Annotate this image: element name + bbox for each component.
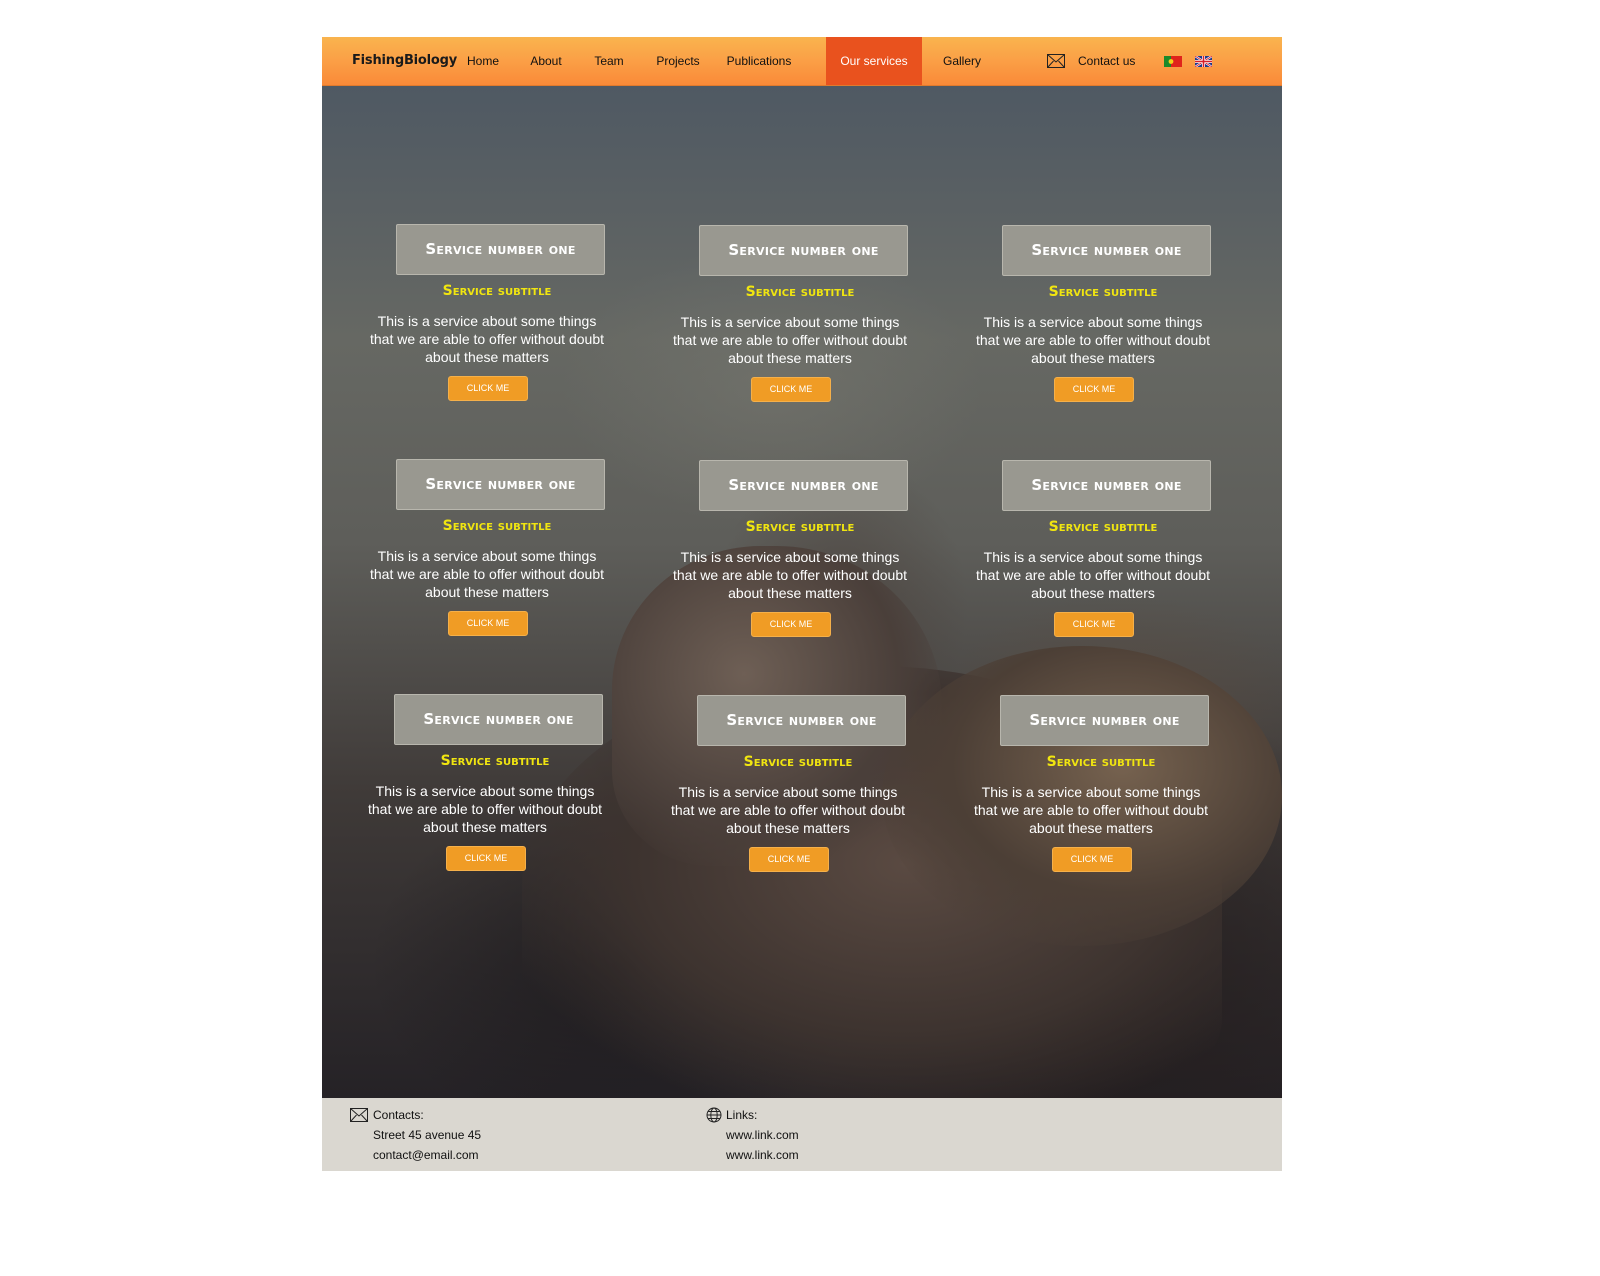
footer-address: Street 45 avenue 45 xyxy=(373,1128,482,1142)
service-description: This is a service about some things that… xyxy=(672,314,907,366)
service-card: Service number one Service subtitle This… xyxy=(976,460,1243,650)
service-title: Service number one xyxy=(699,225,908,276)
click-me-button[interactable]: CLICK ME xyxy=(1054,377,1134,402)
service-title: Service number one xyxy=(1002,225,1211,276)
service-title: Service number one xyxy=(396,224,605,275)
footer-links-label: Links: xyxy=(726,1108,758,1122)
service-card: Service number one Service subtitle This… xyxy=(673,225,940,415)
nav-gallery[interactable]: Gallery xyxy=(934,37,990,85)
footer-contacts-label: Contacts: xyxy=(373,1108,424,1122)
service-subtitle: Service subtitle xyxy=(442,518,552,534)
service-title: Service number one xyxy=(1002,460,1211,511)
service-description: This is a service about some things that… xyxy=(975,314,1210,366)
mail-icon xyxy=(1047,54,1065,68)
portugal-flag-icon[interactable] xyxy=(1164,56,1182,67)
service-title: Service number one xyxy=(394,694,603,745)
hero-background: Service number one Service subtitle This… xyxy=(322,86,1282,1098)
click-me-button[interactable]: CLICK ME xyxy=(751,377,831,402)
click-me-button[interactable]: CLICK ME xyxy=(448,611,528,636)
service-card: Service number one Service subtitle This… xyxy=(673,460,940,650)
mail-icon xyxy=(350,1108,368,1122)
nav-projects[interactable]: Projects xyxy=(648,37,708,85)
click-me-button[interactable]: CLICK ME xyxy=(749,847,829,872)
nav-our-services[interactable]: Our services xyxy=(826,37,922,85)
service-subtitle: Service subtitle xyxy=(1048,519,1158,535)
click-me-button[interactable]: CLICK ME xyxy=(448,376,528,401)
globe-icon xyxy=(706,1107,722,1123)
click-me-button[interactable]: CLICK ME xyxy=(446,846,526,871)
click-me-button[interactable]: CLICK ME xyxy=(1052,847,1132,872)
service-description: This is a service about some things that… xyxy=(670,784,905,836)
click-me-button[interactable]: CLICK ME xyxy=(751,612,831,637)
footer: Contacts: Street 45 avenue 45 contact@em… xyxy=(322,1098,1282,1171)
footer-email[interactable]: contact@email.com xyxy=(373,1148,479,1162)
click-me-button[interactable]: CLICK ME xyxy=(1054,612,1134,637)
service-description: This is a service about some things that… xyxy=(369,548,604,600)
brand-logo[interactable]: FishingBiology xyxy=(352,53,457,68)
nav-team[interactable]: Team xyxy=(584,37,634,85)
service-card: Service number one Service subtitle This… xyxy=(671,695,938,885)
nav-home[interactable]: Home xyxy=(454,37,512,85)
service-subtitle: Service subtitle xyxy=(440,753,550,769)
footer-link[interactable]: www.link.com xyxy=(726,1128,799,1142)
service-card: Service number one Service subtitle This… xyxy=(976,225,1243,415)
service-subtitle: Service subtitle xyxy=(745,284,855,300)
service-subtitle: Service subtitle xyxy=(745,519,855,535)
service-description: This is a service about some things that… xyxy=(369,313,604,365)
service-card: Service number one Service subtitle This… xyxy=(370,224,637,414)
service-description: This is a service about some things that… xyxy=(975,549,1210,601)
service-card: Service number one Service subtitle This… xyxy=(974,695,1241,885)
service-card: Service number one Service subtitle This… xyxy=(368,694,635,884)
nav-publications[interactable]: Publications xyxy=(720,37,798,85)
service-title: Service number one xyxy=(699,460,908,511)
service-title: Service number one xyxy=(697,695,906,746)
service-description: This is a service about some things that… xyxy=(367,783,602,835)
nav-about[interactable]: About xyxy=(520,37,572,85)
nav-contact-us[interactable]: Contact us xyxy=(1078,37,1135,85)
service-subtitle: Service subtitle xyxy=(743,754,853,770)
service-title: Service number one xyxy=(396,459,605,510)
service-title: Service number one xyxy=(1000,695,1209,746)
service-description: This is a service about some things that… xyxy=(672,549,907,601)
footer-link[interactable]: www.link.com xyxy=(726,1148,799,1162)
service-card: Service number one Service subtitle This… xyxy=(370,459,637,649)
site-container: FishingBiology Home About Team Projects … xyxy=(322,37,1282,1171)
service-subtitle: Service subtitle xyxy=(442,283,552,299)
service-description: This is a service about some things that… xyxy=(973,784,1208,836)
service-subtitle: Service subtitle xyxy=(1048,284,1158,300)
top-navbar: FishingBiology Home About Team Projects … xyxy=(322,37,1282,86)
uk-flag-icon[interactable] xyxy=(1195,56,1212,67)
service-subtitle: Service subtitle xyxy=(1046,754,1156,770)
